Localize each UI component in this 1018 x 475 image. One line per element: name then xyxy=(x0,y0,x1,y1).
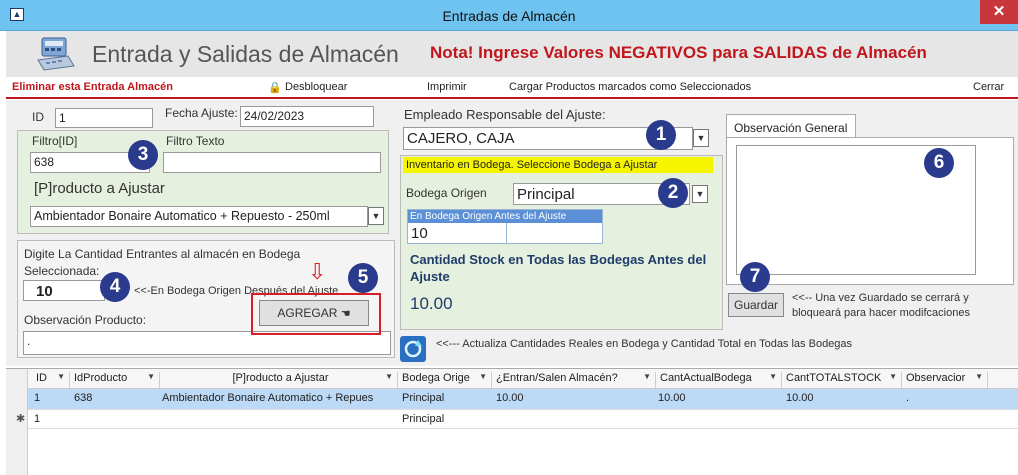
form-header: Entrada y Salidas de Almacén Nota! Ingre… xyxy=(6,31,1018,77)
grid-cell[interactable]: 10.00 xyxy=(496,392,524,404)
warehouse-banner: Inventario en Bodega. Seleccione Bodega … xyxy=(403,157,713,173)
add-button-label: AGREGAR xyxy=(277,306,338,320)
window-titlebar: ▲ Entradas de Almacén ✕ xyxy=(0,0,1018,31)
new-record-icon: ✱ xyxy=(16,413,26,425)
product-filter-group: Filtro[ID] 638 Filtro Texto [P]roducto a… xyxy=(17,130,389,234)
grid-cell[interactable]: Ambientador Bonaire Automatico + Repues xyxy=(162,392,398,404)
total-stock-value: 10.00 xyxy=(410,294,453,313)
print-button[interactable]: Imprimir xyxy=(427,81,467,93)
close-form-button[interactable]: Cerrar xyxy=(973,81,1004,93)
tab-observacion-general[interactable]: Observación General xyxy=(726,114,856,138)
stock-before-box: En Bodega Origen Antes del Ajuste 10 xyxy=(407,209,603,244)
save-hint-2: bloqueará para hacer modifcaciones xyxy=(792,307,970,319)
grid-header-row: ID ▼ IdProducto ▼ [P]roducto a Ajustar ▼ Bo… xyxy=(6,369,1018,389)
warehouse-label: Bodega Origen xyxy=(406,186,487,200)
stock-before-value: 10 xyxy=(411,225,428,242)
grid-cell[interactable]: . xyxy=(906,392,909,404)
product-label: [P]roducto a Ajustar xyxy=(34,180,165,197)
grid-col-header[interactable]: CantActualBodega ▼ xyxy=(656,372,782,388)
date-label: Fecha Ajuste: xyxy=(165,106,238,120)
page-title: Entrada y Salidas de Almacén xyxy=(92,41,399,67)
grid-cell[interactable]: 1 xyxy=(34,392,40,404)
step-badge-6: 6 xyxy=(924,148,954,178)
chevron-down-icon[interactable]: ▼ xyxy=(692,185,708,203)
refresh-button[interactable] xyxy=(400,336,426,362)
hand-cursor-icon: ☚ xyxy=(340,308,351,320)
grid-cell[interactable]: 10.00 xyxy=(786,392,814,404)
filter-id-label: Filtro[ID] xyxy=(32,134,78,148)
grid-cell[interactable]: 1 xyxy=(34,413,40,425)
grid-cell[interactable]: 638 xyxy=(74,392,92,404)
stock-before-divider xyxy=(506,223,507,243)
delete-entry-button[interactable]: Eliminar esta Entrada Almacén xyxy=(12,81,173,93)
calculator-keyboard-icon xyxy=(37,37,75,71)
save-button[interactable]: Guardar xyxy=(728,293,784,317)
load-selected-products-button[interactable]: Cargar Productos marcados como Seleccion… xyxy=(509,81,751,93)
step-badge-5: 5 xyxy=(348,263,378,293)
table-row[interactable]: ✱ 1 Principal xyxy=(6,409,1018,429)
id-label: ID xyxy=(32,110,44,124)
qty-label-2: Seleccionada: xyxy=(24,264,100,278)
chevron-down-icon[interactable]: ▼ xyxy=(693,129,709,147)
negative-values-note: Nota! Ingrese Valores NEGATIVOS para SAL… xyxy=(430,43,927,62)
grid-cell[interactable]: 10.00 xyxy=(658,392,686,404)
product-select[interactable]: Ambientador Bonaire Automatico + Repuest… xyxy=(30,206,368,227)
filter-text-input[interactable] xyxy=(163,152,381,173)
step-badge-2: 2 xyxy=(658,178,688,208)
obs-product-label: Observación Producto: xyxy=(24,313,147,327)
command-bar: Eliminar esta Entrada Almacén 🔒 Desbloqu… xyxy=(6,77,1018,99)
qty-label: Digite La Cantidad Entrantes al almacén … xyxy=(24,247,301,261)
step-badge-1: 1 xyxy=(646,120,676,150)
grid-col-header[interactable]: CantTOTALSTOCK ▼ xyxy=(782,372,902,388)
grid-col-header[interactable]: IdProducto ▼ xyxy=(70,372,160,388)
grid-cell[interactable]: Principal xyxy=(402,392,444,404)
stock-before-header: En Bodega Origen Antes del Ajuste xyxy=(408,210,602,223)
adjustments-datasheet: ID ▼ IdProducto ▼ [P]roducto a Ajustar ▼ Bo… xyxy=(6,368,1018,475)
grid-cell[interactable]: Principal xyxy=(402,413,444,425)
obs-general-panel xyxy=(726,137,1014,285)
arrow-down-icon: ⇩ xyxy=(308,259,327,284)
add-button[interactable]: AGREGAR ☚ xyxy=(259,300,369,326)
grid-col-header[interactable]: ¿Entran/Salen Almacén? ▼ xyxy=(492,372,656,388)
window-title: Entradas de Almacén xyxy=(442,8,576,24)
grid-col-header[interactable]: [P]roducto a Ajustar ▼ xyxy=(160,372,398,388)
unlock-button[interactable]: Desbloquear xyxy=(285,81,347,93)
adjustment-form: ID 1 Fecha Ajuste: 24/02/2023 Filtro[ID]… xyxy=(6,100,1018,366)
grid-col-header[interactable]: Bodega Orige ▼ xyxy=(398,372,492,388)
employee-label: Empleado Responsable del Ajuste: xyxy=(404,107,606,122)
quantity-input[interactable]: 10 xyxy=(23,280,105,301)
table-row[interactable]: 1 638 Ambientador Bonaire Automatico + R… xyxy=(6,389,1018,409)
total-stock-label: Cantidad Stock en Todas las Bodegas Ante… xyxy=(410,252,707,284)
grid-col-header[interactable]: Observacior ▼ xyxy=(902,372,988,388)
id-field[interactable]: 1 xyxy=(55,108,153,128)
refresh-hint: <<--- Actualiza Cantidades Reales en Bod… xyxy=(436,338,853,350)
save-hint: <<-- Una vez Guardado se cerrará y xyxy=(792,292,969,304)
chevron-down-icon[interactable]: ▼ xyxy=(368,207,384,225)
step-badge-4: 4 xyxy=(100,272,130,302)
refresh-icon xyxy=(404,340,422,358)
lock-icon: 🔒 xyxy=(268,82,282,94)
step-badge-3: 3 xyxy=(128,140,158,170)
grid-col-header[interactable]: ID ▼ xyxy=(32,372,70,388)
window-close-button[interactable]: ✕ xyxy=(980,0,1018,24)
date-field[interactable]: 24/02/2023 xyxy=(240,106,374,127)
step-badge-7: 7 xyxy=(740,262,770,292)
filter-text-label: Filtro Texto xyxy=(166,134,225,148)
